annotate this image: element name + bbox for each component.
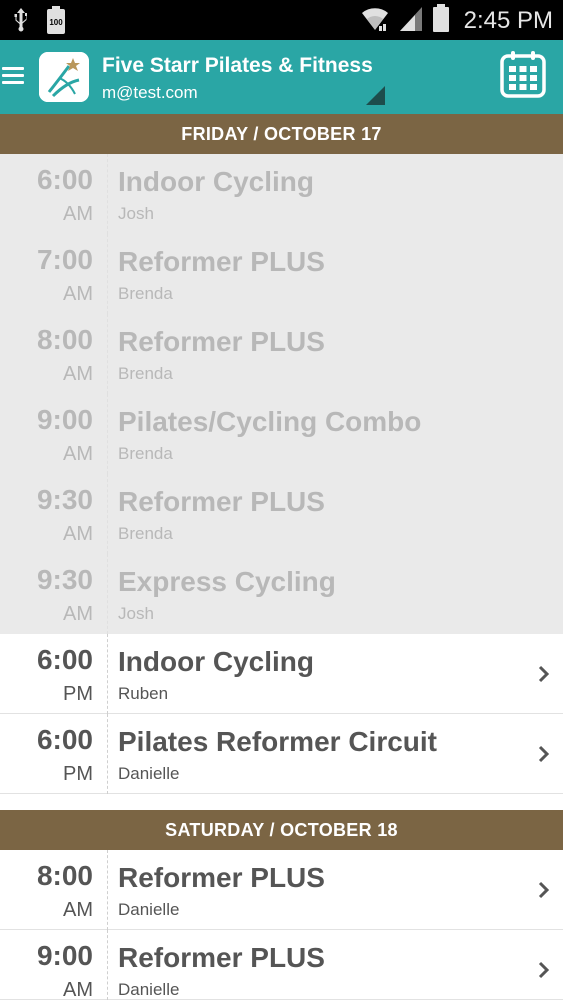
- class-hour: 9:30: [36, 484, 93, 515]
- section-gap: [0, 794, 563, 810]
- account-dropdown-icon[interactable]: [366, 86, 385, 105]
- class-instructor: Danielle: [118, 764, 180, 783]
- class-hour: 8:00: [36, 324, 93, 355]
- wifi-icon: [360, 4, 390, 37]
- time-column: 9:00 AM: [0, 930, 108, 1000]
- chevron-right-icon: [538, 881, 550, 899]
- status-time: 2:45 PM: [463, 6, 553, 34]
- class-title: Pilates Reformer Circuit: [118, 726, 437, 757]
- battery-full-icon: [432, 4, 450, 37]
- time-column: 8:00 AM: [0, 850, 108, 930]
- class-title: Reformer PLUS: [118, 942, 325, 973]
- class-ampm: PM: [63, 763, 93, 785]
- time-column: 6:00 AM: [0, 154, 108, 234]
- class-instructor: Josh: [118, 204, 154, 223]
- time-column: 7:00 AM: [0, 234, 108, 314]
- class-title: Reformer PLUS: [118, 862, 325, 893]
- class-row[interactable]: 6:00 PM Indoor Cycling Ruben: [0, 634, 563, 714]
- time-column: 9:30 AM: [0, 554, 108, 634]
- class-title: Reformer PLUS: [118, 326, 325, 357]
- time-column: 6:00 PM: [0, 714, 108, 794]
- class-title: Express Cycling: [118, 566, 336, 597]
- studio-name[interactable]: Five Starr Pilates & Fitness: [102, 54, 373, 78]
- class-title: Reformer PLUS: [118, 486, 325, 517]
- class-hour: 9:00: [36, 404, 93, 435]
- day-header-friday: FRIDAY / OCTOBER 17: [0, 114, 563, 154]
- class-instructor: Brenda: [118, 444, 173, 463]
- class-title: Indoor Cycling: [118, 646, 314, 677]
- battery-icon: 100: [46, 6, 66, 39]
- class-hour: 7:00: [36, 244, 93, 275]
- class-ampm: AM: [63, 283, 93, 305]
- app-header: Five Starr Pilates & Fitness m@test.com: [0, 40, 563, 114]
- class-instructor: Danielle: [118, 900, 180, 919]
- class-title: Reformer PLUS: [118, 246, 325, 277]
- hamburger-menu-icon[interactable]: [2, 67, 24, 87]
- class-row: 9:30 AM Reformer PLUS Brenda: [0, 474, 563, 554]
- signal-icon: [398, 4, 424, 37]
- calendar-icon[interactable]: [500, 50, 546, 100]
- day-header-saturday: SATURDAY / OCTOBER 18: [0, 810, 563, 850]
- class-hour: 6:00: [36, 164, 93, 195]
- class-instructor: Brenda: [118, 364, 173, 383]
- class-hour: 6:00: [36, 724, 93, 755]
- class-ampm: AM: [63, 443, 93, 465]
- class-ampm: PM: [63, 683, 93, 705]
- class-ampm: AM: [63, 603, 93, 625]
- svg-text:100: 100: [49, 18, 63, 27]
- class-hour: 9:00: [36, 940, 93, 971]
- usb-icon: [14, 8, 28, 37]
- class-row[interactable]: 6:00 PM Pilates Reformer Circuit Daniell…: [0, 714, 563, 794]
- chevron-right-icon: [538, 665, 550, 683]
- class-row: 8:00 AM Reformer PLUS Brenda: [0, 314, 563, 394]
- class-ampm: AM: [63, 363, 93, 385]
- class-row: 7:00 AM Reformer PLUS Brenda: [0, 234, 563, 314]
- time-column: 8:00 AM: [0, 314, 108, 394]
- status-bar: 100 2:45 PM: [0, 0, 563, 40]
- class-title: Indoor Cycling: [118, 166, 314, 197]
- studio-logo[interactable]: [39, 52, 89, 102]
- time-column: 6:00 PM: [0, 634, 108, 714]
- account-email[interactable]: m@test.com: [102, 83, 198, 103]
- class-row: 6:00 AM Indoor Cycling Josh: [0, 154, 563, 234]
- time-column: 9:30 AM: [0, 474, 108, 554]
- class-hour: 8:00: [36, 860, 93, 891]
- class-instructor: Danielle: [118, 980, 180, 999]
- class-row: 9:30 AM Express Cycling Josh: [0, 554, 563, 634]
- class-row[interactable]: 8:00 AM Reformer PLUS Danielle: [0, 850, 563, 930]
- chevron-right-icon: [538, 961, 550, 979]
- class-instructor: Ruben: [118, 684, 169, 703]
- class-hour: 6:00: [36, 644, 93, 675]
- class-ampm: AM: [63, 523, 93, 545]
- time-column: 9:00 AM: [0, 394, 108, 474]
- class-hour: 9:30: [36, 564, 93, 595]
- class-title: Pilates/Cycling Combo: [118, 406, 422, 437]
- class-instructor: Brenda: [118, 284, 173, 303]
- class-ampm: AM: [63, 899, 93, 921]
- class-instructor: Josh: [118, 604, 154, 623]
- class-ampm: AM: [63, 979, 93, 1000]
- chevron-right-icon: [538, 745, 550, 763]
- class-instructor: Brenda: [118, 524, 173, 543]
- class-row[interactable]: 9:00 AM Reformer PLUS Danielle: [0, 930, 563, 1000]
- class-row: 9:00 AM Pilates/Cycling Combo Brenda: [0, 394, 563, 474]
- class-ampm: AM: [63, 203, 93, 225]
